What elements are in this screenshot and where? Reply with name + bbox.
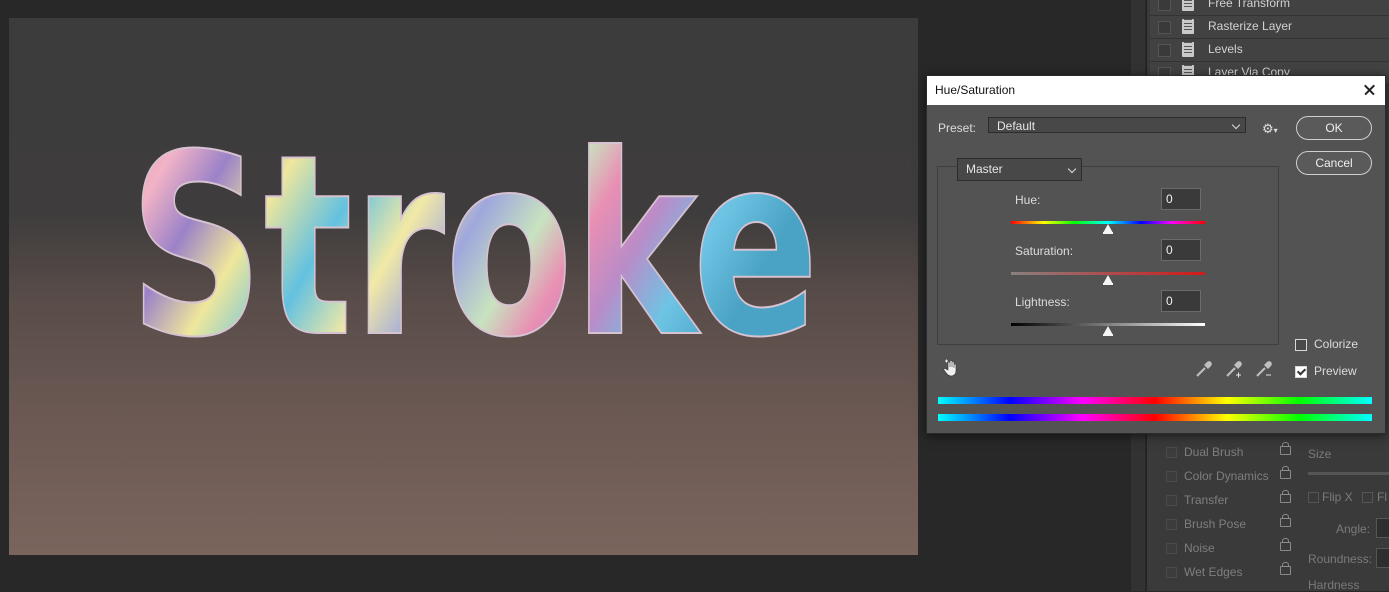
eyedropper-icon[interactable] <box>1194 359 1214 379</box>
brush-setting-checkbox[interactable] <box>1166 567 1177 578</box>
lock-icon[interactable] <box>1280 442 1291 455</box>
preview-checkbox[interactable] <box>1295 366 1307 378</box>
channel-dropdown[interactable]: Master <box>957 158 1082 181</box>
brush-setting-label: Noise <box>1184 541 1215 555</box>
history-item-label: Levels <box>1208 42 1243 56</box>
history-item[interactable]: Rasterize Layer <box>1150 16 1389 39</box>
brush-setting-label: Transfer <box>1184 493 1229 507</box>
flip-x-label: Flip X <box>1322 490 1353 504</box>
input-spectrum-bar <box>938 397 1372 404</box>
flip-x-checkbox[interactable] <box>1308 492 1319 503</box>
preset-label: Preset: <box>938 121 977 135</box>
document-icon <box>1182 0 1194 11</box>
brush-setting-wet-edges[interactable]: Wet Edges <box>1158 560 1296 584</box>
lock-icon[interactable] <box>1280 490 1291 503</box>
preset-value: Default <box>997 119 1036 133</box>
brush-setting-checkbox[interactable] <box>1166 495 1177 506</box>
document-icon <box>1182 19 1194 34</box>
brush-setting-label: Color Dynamics <box>1184 469 1269 483</box>
history-snapshot-checkbox[interactable] <box>1158 0 1171 11</box>
size-label: Size <box>1308 447 1332 461</box>
saturation-label: Saturation: <box>1015 244 1074 258</box>
history-snapshot-checkbox[interactable] <box>1158 21 1171 34</box>
angle-input[interactable] <box>1376 518 1389 538</box>
colorize-label: Colorize <box>1314 337 1359 351</box>
ok-button[interactable]: OK <box>1296 116 1372 140</box>
flip-y-checkbox[interactable] <box>1362 492 1373 503</box>
cancel-button[interactable]: Cancel <box>1296 151 1372 175</box>
hardness-label: Hardness <box>1308 578 1360 592</box>
angle-label: Angle: <box>1336 522 1371 536</box>
dialog-title: Hue/Saturation <box>935 83 1016 97</box>
brush-setting-checkbox[interactable] <box>1166 447 1177 458</box>
size-slider[interactable] <box>1308 472 1389 475</box>
brush-tip-options <box>1300 440 1389 591</box>
channel-value: Master <box>966 162 1003 176</box>
saturation-input[interactable]: 0 <box>1161 239 1201 261</box>
lightness-slider-thumb[interactable] <box>1103 326 1113 336</box>
chevron-down-icon <box>1231 120 1241 130</box>
colorize-checkbox[interactable] <box>1295 339 1307 351</box>
document-icon <box>1182 42 1194 57</box>
eyedropper-add-icon[interactable] <box>1224 359 1244 379</box>
preview-label: Preview <box>1314 364 1357 378</box>
history-item-label: Rasterize Layer <box>1208 19 1293 33</box>
history-item[interactable]: Levels <box>1150 39 1389 62</box>
output-spectrum-bar <box>938 414 1372 421</box>
eyedropper-subtract-icon[interactable] <box>1254 359 1274 379</box>
brush-setting-label: Dual Brush <box>1184 445 1244 459</box>
brush-setting-brush-pose[interactable]: Brush Pose <box>1158 512 1296 536</box>
brush-setting-label: Wet Edges <box>1184 565 1243 579</box>
brush-setting-color-dynamics[interactable]: Color Dynamics <box>1158 464 1296 488</box>
close-icon[interactable] <box>1359 80 1379 100</box>
brush-setting-checkbox[interactable] <box>1166 471 1177 482</box>
hue-slider-thumb[interactable] <box>1103 224 1113 234</box>
preset-dropdown[interactable]: Default <box>988 117 1246 133</box>
stroke-text: Stroke <box>129 101 819 392</box>
document-canvas[interactable]: Stroke <box>9 18 918 555</box>
lock-icon[interactable] <box>1280 538 1291 551</box>
lock-icon[interactable] <box>1280 562 1291 575</box>
gear-icon[interactable]: ⚙▾ <box>1262 122 1278 136</box>
dialog-titlebar[interactable]: Hue/Saturation <box>927 76 1385 105</box>
flip-y-label: Fl <box>1377 490 1387 504</box>
history-item[interactable]: Free Transform <box>1150 0 1389 16</box>
lightness-input[interactable]: 0 <box>1161 290 1201 312</box>
lock-icon[interactable] <box>1280 514 1291 527</box>
hue-saturation-dialog: Hue/Saturation Preset: Default ⚙▾ OK Can… <box>926 75 1386 434</box>
brush-setting-checkbox[interactable] <box>1166 543 1177 554</box>
roundness-label: Roundness: <box>1308 552 1373 566</box>
roundness-input[interactable] <box>1376 548 1389 568</box>
history-item-label: Free Transform <box>1208 0 1291 10</box>
brush-setting-label: Brush Pose <box>1184 517 1247 531</box>
lock-icon[interactable] <box>1280 466 1291 479</box>
saturation-slider-thumb[interactable] <box>1103 275 1113 285</box>
brush-setting-checkbox[interactable] <box>1166 519 1177 530</box>
brush-setting-dual-brush[interactable]: Dual Brush <box>1158 440 1296 464</box>
history-snapshot-checkbox[interactable] <box>1158 44 1171 57</box>
lightness-label: Lightness: <box>1015 295 1070 309</box>
chevron-down-icon <box>1067 164 1077 174</box>
brush-setting-transfer[interactable]: Transfer <box>1158 488 1296 512</box>
brush-setting-noise[interactable]: Noise <box>1158 536 1296 560</box>
targeted-adjustment-hand-icon[interactable] <box>942 358 962 378</box>
hue-input[interactable]: 0 <box>1161 188 1201 210</box>
stroke-text-artwork: Stroke <box>128 100 820 393</box>
adjustment-group <box>937 166 1279 345</box>
hue-label: Hue: <box>1015 193 1041 207</box>
